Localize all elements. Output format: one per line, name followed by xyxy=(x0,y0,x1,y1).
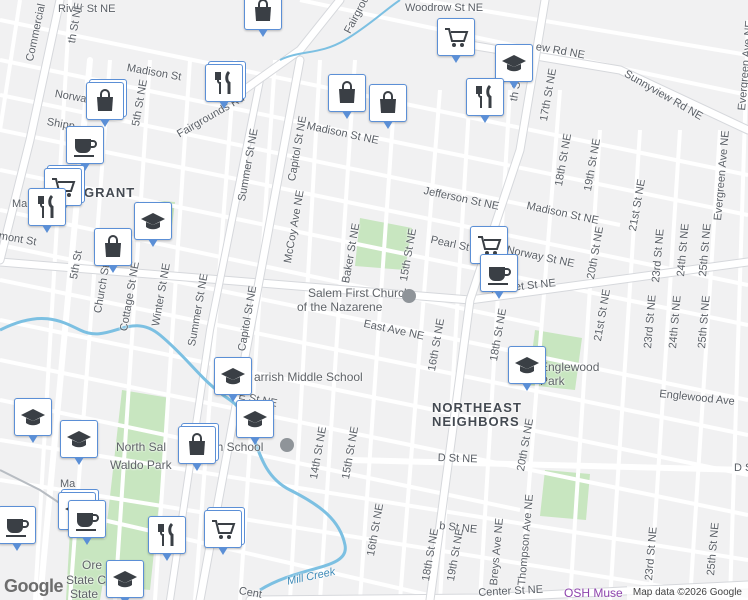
pin-shopping-bag[interactable] xyxy=(244,0,282,37)
pin-school-west[interactable] xyxy=(14,398,52,443)
street-d-st-e: D St xyxy=(734,462,748,474)
poi-capitol3[interactable]: State xyxy=(70,587,98,600)
poi-church-line2[interactable]: of the Nazarene xyxy=(297,300,382,314)
map-attribution[interactable]: Map data ©2026 Google xyxy=(626,586,748,600)
google-logo: Google xyxy=(4,576,64,596)
street-grant-ma: Ma xyxy=(12,198,28,210)
shopping-bag-icon xyxy=(189,433,205,455)
street-river: River St NE xyxy=(58,3,116,15)
pin-restaurant-fairgrounds[interactable] xyxy=(205,64,243,109)
pin-school-east[interactable] xyxy=(236,400,274,445)
pin-restaurant-grant[interactable] xyxy=(28,188,66,233)
church-cross-icon[interactable] xyxy=(402,289,416,303)
pin-school-grant[interactable] xyxy=(134,202,172,247)
poi-waldo-park[interactable]: Waldo Park xyxy=(110,458,172,472)
graduation-cap-icon xyxy=(113,571,137,588)
pin-restaurant-center[interactable] xyxy=(148,516,186,561)
fork-knife-icon xyxy=(38,194,54,218)
graduation-cap-icon xyxy=(67,431,91,448)
graduation-cap-icon xyxy=(141,213,165,230)
poi-church-line1[interactable]: Salem First Church xyxy=(308,286,411,300)
shopping-bag-icon xyxy=(97,89,113,111)
graduation-cap-icon xyxy=(515,357,539,374)
pin-cafe-west[interactable] xyxy=(0,506,36,551)
fork-knife-icon xyxy=(215,70,231,94)
pin-shop-north-salem[interactable] xyxy=(178,426,216,471)
pin-restaurant-19th[interactable] xyxy=(466,78,504,123)
pin-school-parrish[interactable] xyxy=(214,357,252,402)
graduation-cap-icon xyxy=(502,55,526,72)
poi-north-salem[interactable]: North Sal xyxy=(116,440,166,454)
coffee-cup-icon xyxy=(488,267,511,285)
pin-cafe-market[interactable] xyxy=(480,254,518,299)
shopping-bag-icon xyxy=(380,91,396,113)
shopping-cart-icon xyxy=(212,520,236,539)
pin-school-sunnyview[interactable] xyxy=(495,44,533,89)
pin-cafe-center[interactable] xyxy=(68,500,106,545)
pin-cafe-shipping[interactable] xyxy=(66,126,104,171)
pin-cart-top[interactable] xyxy=(437,18,475,63)
neighborhood-neighbors: NEIGHBORS xyxy=(432,414,520,429)
poi-englewood1[interactable]: Englewood xyxy=(540,360,599,374)
pin-school-capitol[interactable] xyxy=(106,560,144,600)
fork-knife-icon xyxy=(158,522,174,546)
shopping-bag-icon xyxy=(255,0,271,21)
pin-school-waldo[interactable] xyxy=(60,420,98,465)
coffee-cup-icon xyxy=(76,513,99,531)
coffee-cup-icon xyxy=(74,139,97,157)
street-d-st: D St NE xyxy=(437,452,478,466)
pin-shop-madison-3[interactable] xyxy=(369,84,407,129)
street-ma2: Ma xyxy=(60,478,76,490)
shopping-bag-icon xyxy=(105,235,121,257)
graduation-cap-icon xyxy=(221,368,245,385)
shopping-cart-icon xyxy=(445,28,469,47)
poi-parrish[interactable]: arrish Middle School xyxy=(254,370,363,384)
neighborhood-grant: GRANT xyxy=(84,185,136,200)
graduation-cap-icon xyxy=(21,409,45,426)
map-canvas[interactable]: River St NE Woodrow St NE Fairgrounds Ma… xyxy=(0,0,748,600)
pin-cart-center[interactable] xyxy=(204,510,242,555)
street-woodrow: Woodrow St NE xyxy=(405,2,484,14)
pin-school-englewood[interactable] xyxy=(508,346,546,391)
neighborhood-northeast: NORTHEAST xyxy=(432,400,522,415)
shopping-bag-icon xyxy=(339,81,355,103)
poi-osh-museum[interactable]: OSH Muse xyxy=(564,586,623,600)
pin-shop-madison-2[interactable] xyxy=(328,74,366,119)
poi-capitol1[interactable]: Ore xyxy=(82,558,102,572)
graduation-cap-icon xyxy=(243,411,267,428)
poi-capitol2[interactable]: State C xyxy=(66,573,106,587)
pin-shop-madison[interactable] xyxy=(86,82,124,127)
school-icon[interactable] xyxy=(280,438,294,452)
coffee-cup-icon xyxy=(6,519,29,537)
pin-shop-church[interactable] xyxy=(94,228,132,273)
fork-knife-icon xyxy=(476,84,492,108)
